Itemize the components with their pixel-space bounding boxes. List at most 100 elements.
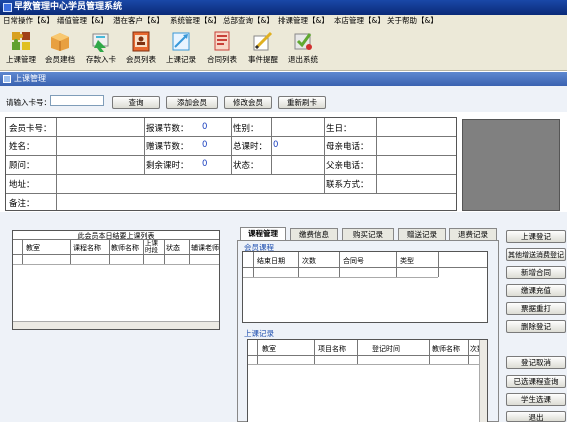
col-project-name: 项目名称	[318, 345, 346, 353]
toolbar-member-list[interactable]: 会员列表	[121, 29, 161, 69]
toolbar-class-management[interactable]: 上课管理	[1, 29, 41, 69]
menu-store[interactable]: 本店管理【&】	[334, 15, 385, 27]
menu-bar: 日常操作【&】 缮值管理【&】 潜在客户【&】 系统管理【&】 总部查询【&】 …	[0, 15, 567, 27]
toolbar-exit[interactable]: 退出系统	[283, 29, 323, 69]
class-records-grid[interactable]: 教室 项目名称 登记时间 教师名称 次数	[247, 339, 488, 422]
toolbar-label: 事件提醒	[248, 55, 278, 64]
selected-course-query-button[interactable]: 已选课程查询	[506, 375, 566, 388]
panel-icon	[3, 75, 11, 83]
address-label: 地址：	[9, 180, 35, 190]
reswipe-card-button[interactable]: 重新刷卡	[278, 96, 326, 109]
class-register-button[interactable]: 上课登记	[506, 230, 566, 243]
search-bar: 请输入卡号： 查询 添加会员 修改会员 重新刷卡	[0, 86, 567, 112]
tab-gift-records[interactable]: 赠送记录	[398, 228, 446, 240]
arrow-icon	[90, 30, 112, 52]
toolbar-member-create[interactable]: 会员建档	[40, 29, 80, 69]
edit-member-button[interactable]: 修改会员	[224, 96, 272, 109]
birthday-label: 生日：	[326, 124, 352, 134]
name-label: 姓名：	[9, 142, 35, 152]
gift-count-label: 赠课节数：	[146, 142, 189, 152]
window-title-bar: 早教管理中心学员管理系统	[0, 0, 567, 15]
col-end-date: 结束日期	[257, 257, 285, 265]
father-phone-label: 父亲电话：	[326, 161, 369, 171]
member-courses-grid[interactable]: 结束日期 次数 合同号 类型	[242, 251, 488, 323]
vertical-scrollbar[interactable]	[479, 340, 487, 422]
col-type: 类型	[400, 257, 414, 265]
exit-button[interactable]: 退出	[506, 411, 566, 422]
query-button[interactable]: 查询	[112, 96, 160, 109]
report-count-label: 报课节数：	[146, 124, 189, 134]
toolbar: 上课管理 会员建档 存款入卡 会员列表 上课记录 合同列表 事件提醒 退出系统	[0, 27, 567, 71]
col-classroom: 教室	[262, 345, 276, 353]
toolbar-label: 退出系统	[288, 55, 318, 64]
toolbar-label: 上课管理	[6, 55, 36, 64]
report-count-value: 0	[202, 122, 208, 132]
cancel-register-button[interactable]: 登记取消	[506, 356, 566, 369]
reprint-receipt-button[interactable]: 票据重打	[506, 302, 566, 315]
menu-system[interactable]: 系统管理【&】	[170, 15, 221, 27]
toolbar-label: 上课记录	[166, 55, 196, 64]
mother-phone-label: 母亲电话：	[326, 142, 369, 152]
contact-label: 联系方式：	[326, 180, 369, 190]
menu-daily[interactable]: 日常操作【&】	[3, 15, 54, 27]
remaining-hours-label: 剩余课时：	[146, 161, 189, 171]
exit-icon	[292, 30, 314, 52]
puzzle-icon	[10, 30, 32, 52]
status-label: 状态：	[233, 161, 259, 171]
toolbar-deposit[interactable]: 存款入卡	[81, 29, 121, 69]
panel-title: 上课管理	[14, 74, 46, 83]
col-contract-no: 合同号	[343, 257, 364, 265]
total-hours-value: 0	[273, 140, 279, 150]
col-register-time: 登记时间	[372, 345, 400, 353]
tab-payment-info[interactable]: 缴费信息	[290, 228, 338, 240]
toolbar-event-reminder[interactable]: 事件提醒	[243, 29, 283, 69]
panel-header: 上课管理	[0, 72, 567, 86]
tab-refund-records[interactable]: 退费记录	[449, 228, 497, 240]
gender-label: 性别：	[233, 124, 259, 134]
delete-register-button[interactable]: 删除登记	[506, 320, 566, 333]
class-records-title: 上课记录	[244, 329, 274, 338]
card-number-input[interactable]	[50, 95, 104, 106]
toolbar-contract-list[interactable]: 合同列表	[202, 29, 242, 69]
col-course-name: 课程名称	[73, 244, 101, 252]
tab-course-management[interactable]: 课程管理	[240, 227, 286, 240]
toolbar-label: 会员列表	[126, 55, 156, 64]
menu-hq-query[interactable]: 总部查询【&】	[223, 15, 274, 27]
menu-recharge[interactable]: 缮值管理【&】	[57, 15, 108, 27]
col-teacher-name: 教师名称	[432, 345, 460, 353]
horizontal-scrollbar[interactable]	[13, 321, 219, 329]
tab-content: 会员课程 结束日期 次数 合同号 类型 上课记录 教室 项目名称 登记时间 教师…	[237, 240, 499, 422]
menu-prospects[interactable]: 潜在客户【&】	[113, 15, 164, 27]
other-gift-consume-register-button[interactable]: 其他增送消费登记	[506, 248, 566, 261]
card-number-label: 请输入卡号：	[6, 98, 51, 107]
toolbar-label: 存款入卡	[86, 55, 116, 64]
toolbar-class-records[interactable]: 上课记录	[161, 29, 201, 69]
add-member-button[interactable]: 添加会员	[166, 96, 218, 109]
note-label: 备注：	[9, 199, 35, 209]
member-info-grid: 会员卡号： 姓名： 顾问： 地址： 备注： 报课节数： 0 赠课节数： 0 剩余…	[5, 117, 457, 211]
gift-count-value: 0	[202, 140, 208, 150]
total-hours-label: 总课时：	[233, 142, 268, 152]
add-contract-button[interactable]: 新增合同	[506, 266, 566, 279]
today-class-grid[interactable]: 此会员本日结要上课列表 教室 课程名称 教师名称 上课时段 状态 辅课老师	[12, 230, 220, 330]
col-status: 状态	[166, 244, 180, 252]
list-icon	[130, 30, 152, 52]
toolbar-label: 会员建档	[45, 55, 75, 64]
contract-icon	[211, 30, 233, 52]
member-photo	[462, 119, 560, 211]
col-classroom: 教室	[26, 244, 40, 252]
advisor-label: 顾问：	[9, 161, 35, 171]
student-course-select-button[interactable]: 学生选课	[506, 393, 566, 406]
col-teacher-name: 教师名称	[111, 244, 139, 252]
col-class-period: 上课时段	[145, 239, 158, 254]
col-assistant-teacher: 辅课老师	[191, 244, 219, 252]
tab-purchase-records[interactable]: 购买记录	[342, 228, 394, 240]
box-icon	[49, 30, 71, 52]
class-recharge-button[interactable]: 缴课充值	[506, 284, 566, 297]
app-icon	[3, 3, 12, 12]
pencil-icon	[252, 30, 274, 52]
menu-schedule[interactable]: 排课管理【&】	[278, 15, 329, 27]
card-no-label: 会员卡号：	[9, 124, 52, 134]
col-times: 次数	[302, 257, 316, 265]
menu-help[interactable]: 关于帮助【&】	[387, 15, 438, 27]
